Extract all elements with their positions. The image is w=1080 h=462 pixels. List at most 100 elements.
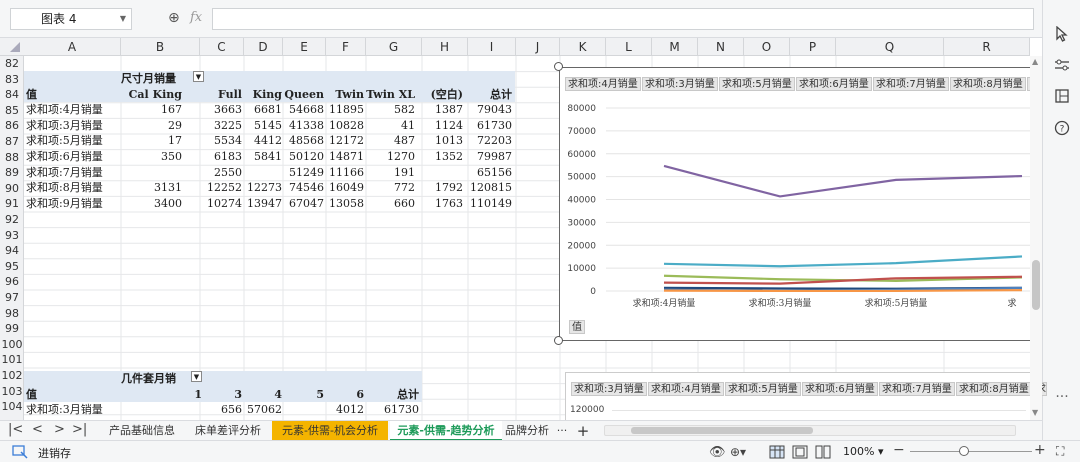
sheet-tab[interactable]: 床单差评分析 bbox=[186, 421, 270, 441]
sheet-tab[interactable]: 品牌分析 bbox=[502, 421, 552, 441]
formula-input[interactable] bbox=[212, 8, 1034, 30]
zoom-slider-track[interactable] bbox=[910, 451, 1032, 452]
sliders-icon[interactable] bbox=[1053, 58, 1071, 76]
first-sheet-icon[interactable]: |< bbox=[8, 422, 23, 437]
column-header-cell[interactable]: H bbox=[422, 38, 468, 56]
field-button[interactable]: 求和项:6月销量 bbox=[802, 382, 878, 396]
field-button[interactable]: 求和项:7月销量 bbox=[879, 382, 955, 396]
column-header-cell[interactable]: D bbox=[244, 38, 283, 56]
normal-view-icon[interactable] bbox=[769, 445, 785, 462]
format-icon[interactable] bbox=[1053, 88, 1071, 106]
horizontal-scroll-thumb[interactable] bbox=[631, 427, 813, 434]
column-header-cell[interactable]: E bbox=[283, 38, 326, 56]
column-header-cell[interactable]: C bbox=[200, 38, 244, 56]
column-header-cell[interactable]: F bbox=[326, 38, 366, 56]
row-header-cell[interactable]: 82 bbox=[0, 56, 24, 72]
macro-icon[interactable] bbox=[12, 445, 28, 462]
vertical-scrollbar[interactable]: ▲ ▼ bbox=[1030, 56, 1042, 420]
page-layout-icon[interactable] bbox=[792, 445, 808, 462]
pivot-data-row: 求和项:3月销量 656 57062 4012 61730 bbox=[24, 402, 422, 418]
next-sheet-icon[interactable]: > bbox=[54, 422, 65, 437]
column-header-cell[interactable]: J bbox=[516, 38, 560, 56]
row-header-cell[interactable]: 99 bbox=[0, 321, 24, 337]
line-chart-2[interactable]: 求和项:3月销量 求和项:4月销量 求和项:5月销量 求和项:6月销量 求和项:7月销量… bbox=[565, 372, 1047, 420]
row-header-cell[interactable]: 102 bbox=[0, 368, 24, 384]
column-header-cell[interactable]: G bbox=[366, 38, 422, 56]
column-header-cell[interactable]: M bbox=[652, 38, 698, 56]
add-sheet-icon[interactable]: + bbox=[574, 421, 592, 441]
eye-protection-icon[interactable]: 👁 bbox=[709, 445, 726, 460]
row-header-cell[interactable]: 87 bbox=[0, 134, 24, 150]
zoom-in-icon[interactable]: + bbox=[1034, 442, 1046, 458]
column-header-cell[interactable]: I bbox=[468, 38, 516, 56]
help-icon[interactable]: ? bbox=[1053, 120, 1071, 138]
globe-icon[interactable]: ⊕▾ bbox=[730, 445, 746, 459]
row-header-cell[interactable]: 103 bbox=[0, 384, 24, 400]
row-header-cell[interactable]: 95 bbox=[0, 259, 24, 275]
column-header-cell[interactable]: A bbox=[24, 38, 121, 56]
chevron-down-icon[interactable]: ▼ bbox=[120, 9, 126, 29]
row-header-cell[interactable]: 93 bbox=[0, 228, 24, 244]
last-sheet-icon[interactable]: >| bbox=[72, 422, 87, 437]
row-header-cell[interactable]: 88 bbox=[0, 150, 24, 166]
row-header-cell[interactable]: 96 bbox=[0, 274, 24, 290]
row-header-cell[interactable]: 101 bbox=[0, 352, 24, 368]
sheet-tab[interactable]: 元素-供需-机会分析 bbox=[272, 421, 388, 441]
column-header-cell[interactable]: K bbox=[560, 38, 606, 56]
field-button[interactable]: 求和项:8月销量 bbox=[956, 382, 1032, 396]
fx-icon[interactable]: fx bbox=[190, 10, 202, 25]
row-header-cell[interactable]: 91 bbox=[0, 196, 24, 212]
field-button[interactable]: 求和项:5月销量 bbox=[725, 382, 801, 396]
resize-handle[interactable] bbox=[554, 336, 563, 345]
filter-dropdown-icon[interactable]: ▼ bbox=[193, 71, 204, 82]
scroll-up-icon[interactable]: ▲ bbox=[1032, 57, 1038, 66]
scroll-down-icon[interactable]: ▼ bbox=[1032, 408, 1038, 417]
resize-handle[interactable] bbox=[554, 62, 563, 71]
cursor-select-icon[interactable] bbox=[1053, 25, 1071, 44]
column-header-cell[interactable]: B bbox=[121, 38, 200, 56]
row-header-cell[interactable]: 84 bbox=[0, 87, 24, 103]
row-header-cell[interactable]: 92 bbox=[0, 212, 24, 228]
row-header-cell[interactable]: 83 bbox=[0, 72, 24, 88]
column-header-cell[interactable]: R bbox=[944, 38, 1030, 56]
field-button[interactable]: 求和项:4月销量 bbox=[648, 382, 724, 396]
row-header-cell[interactable]: 86 bbox=[0, 118, 24, 134]
row-header-cell[interactable]: 89 bbox=[0, 165, 24, 181]
row-header-cell[interactable]: 85 bbox=[0, 103, 24, 119]
name-box[interactable]: 图表 4 ▼ bbox=[10, 8, 132, 30]
row-header-cell[interactable]: 90 bbox=[0, 181, 24, 197]
vertical-scroll-thumb[interactable] bbox=[1032, 260, 1040, 310]
field-button[interactable]: 求和项:3月销量 bbox=[571, 382, 647, 396]
line-chart[interactable]: 求和项:4月销量 求和项:3月销量 求和项:5月销量 求和项:6月销量 求和项:7月销量… bbox=[559, 67, 1041, 341]
column-header-cell[interactable]: Q bbox=[836, 38, 944, 56]
column-header-cell[interactable]: L bbox=[606, 38, 652, 56]
page-break-icon[interactable] bbox=[815, 445, 831, 462]
series-line-0[interactable] bbox=[663, 164, 1023, 198]
row-header-cell[interactable]: 94 bbox=[0, 243, 24, 259]
zoom-level[interactable]: 100% ▾ bbox=[843, 445, 883, 458]
prev-sheet-icon[interactable]: < bbox=[32, 422, 43, 437]
more-sheets-icon[interactable]: ··· bbox=[552, 421, 572, 441]
column-header-cell[interactable]: O bbox=[744, 38, 790, 56]
filter-dropdown-icon[interactable]: ▼ bbox=[191, 371, 202, 382]
zoom-slider-thumb[interactable] bbox=[959, 446, 969, 456]
pivot-cell: 61730 bbox=[477, 118, 512, 132]
series-line-1[interactable] bbox=[663, 255, 1023, 268]
row-header-cell[interactable]: 104 bbox=[0, 399, 24, 415]
status-label[interactable]: 进销存 bbox=[38, 445, 71, 461]
column-header-cell[interactable]: P bbox=[790, 38, 836, 56]
row-header-cell[interactable]: 98 bbox=[0, 306, 24, 322]
select-all-corner[interactable] bbox=[0, 38, 24, 56]
zoom-out-icon[interactable]: − bbox=[893, 442, 905, 458]
row-header-cell[interactable]: 100 bbox=[0, 337, 24, 353]
horizontal-scrollbar[interactable] bbox=[604, 425, 1016, 436]
row-header-cell[interactable]: 97 bbox=[0, 290, 24, 306]
zoom-search-icon[interactable]: ⊕ bbox=[168, 10, 180, 26]
column-header-cell[interactable]: N bbox=[698, 38, 744, 56]
fullscreen-icon[interactable]: ⛶ bbox=[1056, 444, 1064, 459]
series-line-6[interactable] bbox=[663, 289, 1023, 293]
more-icon[interactable]: ··· bbox=[1053, 388, 1071, 406]
value-field-button[interactable]: 值 bbox=[569, 320, 585, 334]
sheet-tab-active[interactable]: 元素-供需-趋势分析 bbox=[390, 421, 502, 441]
sheet-tab[interactable]: 产品基础信息 bbox=[98, 421, 186, 441]
